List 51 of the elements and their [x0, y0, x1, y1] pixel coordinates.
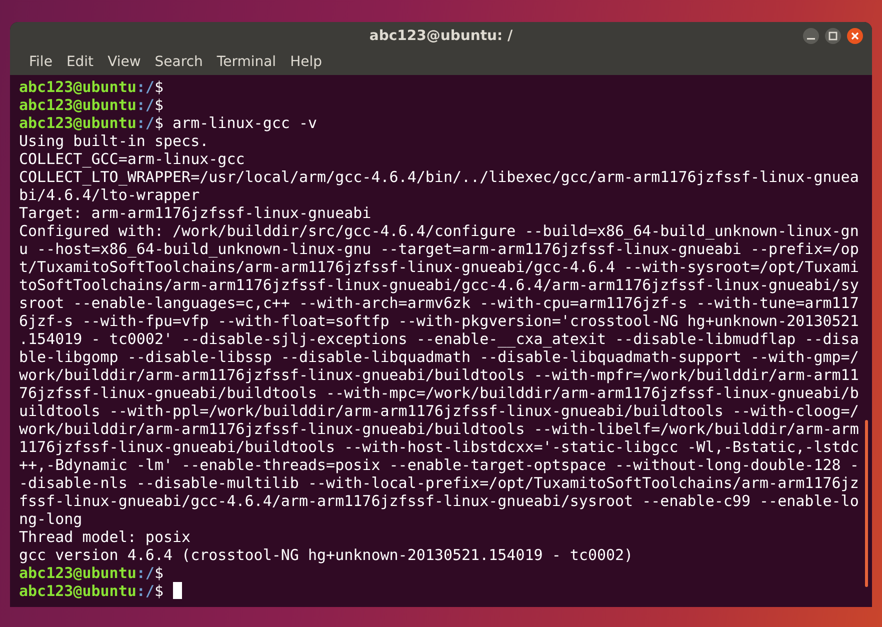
output-line: ble-libgomp --disable-libssp --disable-libquadmath --disable-libquadmath-support --with-gmp=/: [19, 348, 859, 366]
output-line: Configured with: /work/builddir/src/gcc-4.6.4/configure --build=x86_64-build_unknown-linux-gn: [19, 222, 859, 240]
command-text: arm-linux-gcc -v: [172, 114, 318, 132]
maximize-icon[interactable]: [824, 27, 842, 45]
scrollbar-thumb[interactable]: [865, 420, 868, 587]
prompt-symbol: $: [154, 564, 164, 582]
prompt-symbol: $: [154, 96, 164, 114]
menu-item[interactable]: View: [102, 50, 146, 75]
prompt-user: abc123@ubuntu: [19, 114, 136, 132]
output-line: ng-long: [19, 510, 82, 528]
output-line: toSoftToolchains/arm-arm1176jzfssf-linux-gnueabi/gcc-4.6.4/arm-arm1176jzfssf-linux-gnueabi/sy: [19, 276, 859, 294]
output-line: 76jzfssf-linux-gnueabi/buildtools --with-mpc=/work/builddir/arm-arm1176jzfssf-linux-gnueabi/b: [19, 384, 859, 402]
output-line: fssf-linux-gnueabi/gcc-4.6.4/arm-arm1176jzfssf-linux-gnueabi/sysroot --enable-c99 --enable-lo: [19, 492, 859, 510]
prompt-symbol: $: [154, 78, 164, 96]
prompt-path: :/: [136, 582, 154, 600]
output-line: sroot --enable-languages=c,c++ --with-arch=armv6zk --with-cpu=arm1176jzf-s --with-tune=arm117: [19, 294, 859, 312]
output-line: uildtools --with-ppl=/work/builddir/arm-arm1176jzfssf-linux-gnueabi/buildtools --with-cloog=/: [19, 402, 859, 420]
output-line: work/builddir/arm-arm1176jzfssf-linux-gnueabi/buildtools --with-mpfr=/work/builddir/arm-arm11: [19, 366, 859, 384]
output-line: 1176jzfssf-linux-gnueabi/buildtools --with-host-libstdcxx='-static-libgcc -Wl,-Bstatic,-lstdc: [19, 438, 859, 456]
prompt-user: abc123@ubuntu: [19, 564, 136, 582]
output-line: u --host=x86_64-build_unknown-linux-gnu --target=arm-arm1176jzfssf-linux-gnueabi --prefix=/op: [19, 240, 859, 258]
menu-item[interactable]: Terminal: [212, 50, 282, 75]
output-line: -disable-nls --disable-multilib --with-local-prefix=/opt/TuxamitoSoftToolchains/arm-arm1176jz: [19, 474, 859, 492]
prompt-path: :/: [136, 564, 154, 582]
minimize-icon[interactable]: [802, 27, 820, 45]
menu-item[interactable]: Search: [150, 50, 208, 75]
output-line: COLLECT_GCC=arm-linux-gcc: [19, 150, 245, 168]
output-line: ++,-Bdynamic -lm' --enable-threads=posix --enable-target-optspace --without-long-double-128 -: [19, 456, 859, 474]
prompt-user: abc123@ubuntu: [19, 96, 136, 114]
output-line: Target: arm-arm1176jzfssf-linux-gnueabi: [19, 204, 372, 222]
output-line: Using built-in specs.: [19, 132, 209, 150]
output-line: t/TuxamitoSoftToolchains/arm-arm1176jzfssf-linux-gnueabi/gcc-4.6.4 --with-sysroot=/opt/Tuxami: [19, 258, 859, 276]
prompt-symbol: $: [154, 582, 164, 600]
output-line: work/builddir/arm-arm1176jzfssf-linux-gnueabi/buildtools --with-libelf=/work/builddir/arm-arm: [19, 420, 859, 438]
prompt-symbol: $: [154, 114, 164, 132]
prompt-path: :/: [136, 96, 154, 114]
output-line: Thread model: posix: [19, 528, 191, 546]
menu-item[interactable]: File: [24, 50, 58, 75]
output-line: COLLECT_LTO_WRAPPER=/usr/local/arm/gcc-4.6.4/bin/../libexec/gcc/arm-arm1176jzfssf-linux-gnuea: [19, 168, 859, 186]
prompt-user: abc123@ubuntu: [19, 582, 136, 600]
output-line: bi/4.6.4/lto-wrapper: [19, 186, 200, 204]
prompt-path: :/: [136, 114, 154, 132]
prompt-user: abc123@ubuntu: [19, 78, 136, 96]
output-line: 6jzf-s --with-fpu=vfp --with-float=softfp --with-pkgversion='crosstool-NG hg+unknown-20130521: [19, 312, 859, 330]
menu-item[interactable]: Help: [285, 50, 327, 75]
close-icon[interactable]: [846, 27, 864, 45]
menu-item[interactable]: Edit: [61, 50, 99, 75]
prompt-path: :/: [136, 78, 154, 96]
window-title: abc123@ubuntu: /: [369, 26, 513, 46]
output-line: gcc version 4.6.4 (crosstool-NG hg+unknown-20130521.154019 - tc0002): [19, 546, 634, 564]
output-line: .154019 - tc0002' --disable-sjlj-exceptions --enable-__cxa_atexit --disable-libmudflap --disa: [19, 330, 859, 348]
